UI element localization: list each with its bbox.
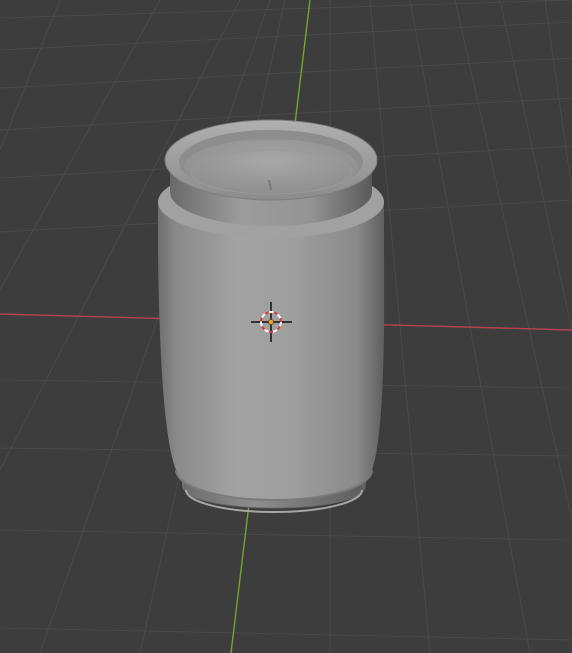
can-body — [158, 200, 385, 500]
viewport-canvas[interactable] — [0, 0, 572, 653]
3d-viewport[interactable] — [0, 0, 572, 653]
